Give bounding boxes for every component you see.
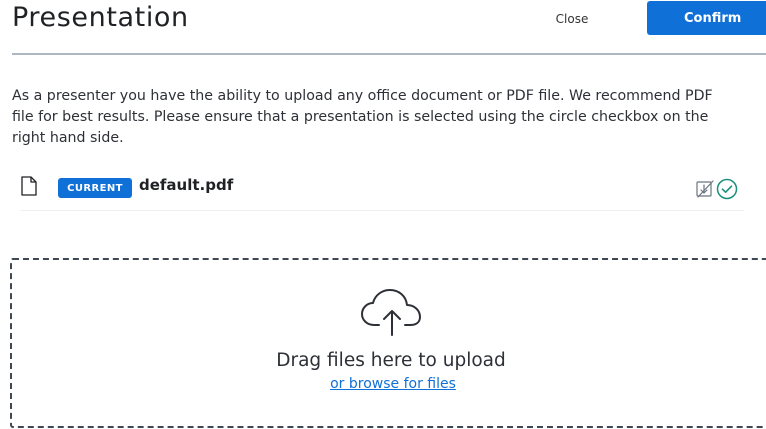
description-line: right hand side. (12, 130, 124, 146)
header-divider (12, 53, 766, 55)
file-row-divider (20, 210, 744, 211)
cloud-upload-icon (361, 289, 421, 336)
file-icon (21, 176, 37, 196)
browse-files-link[interactable]: or browse for files (330, 376, 456, 392)
current-badge: CURRENT (58, 178, 132, 198)
confirm-button[interactable]: Confirm (647, 1, 766, 35)
browse-files-container: or browse for files (0, 376, 766, 392)
drag-files-text: Drag files here to upload (276, 350, 506, 371)
page-title: Presentation (12, 2, 189, 33)
modal-header: Presentation Close Confirm (0, 0, 766, 56)
file-list-item: CURRENT default.pdf (12, 170, 744, 210)
description-line: file for best results. Please ensure tha… (12, 109, 709, 125)
select-check-icon[interactable] (716, 178, 738, 200)
upload-description: As a presenter you have the ability to u… (12, 86, 766, 149)
description-line: As a presenter you have the ability to u… (12, 88, 713, 104)
download-toggle-icon[interactable] (695, 179, 715, 199)
file-dropzone[interactable] (10, 258, 766, 428)
file-name: default.pdf (139, 176, 234, 194)
close-button[interactable]: Close (536, 4, 608, 34)
